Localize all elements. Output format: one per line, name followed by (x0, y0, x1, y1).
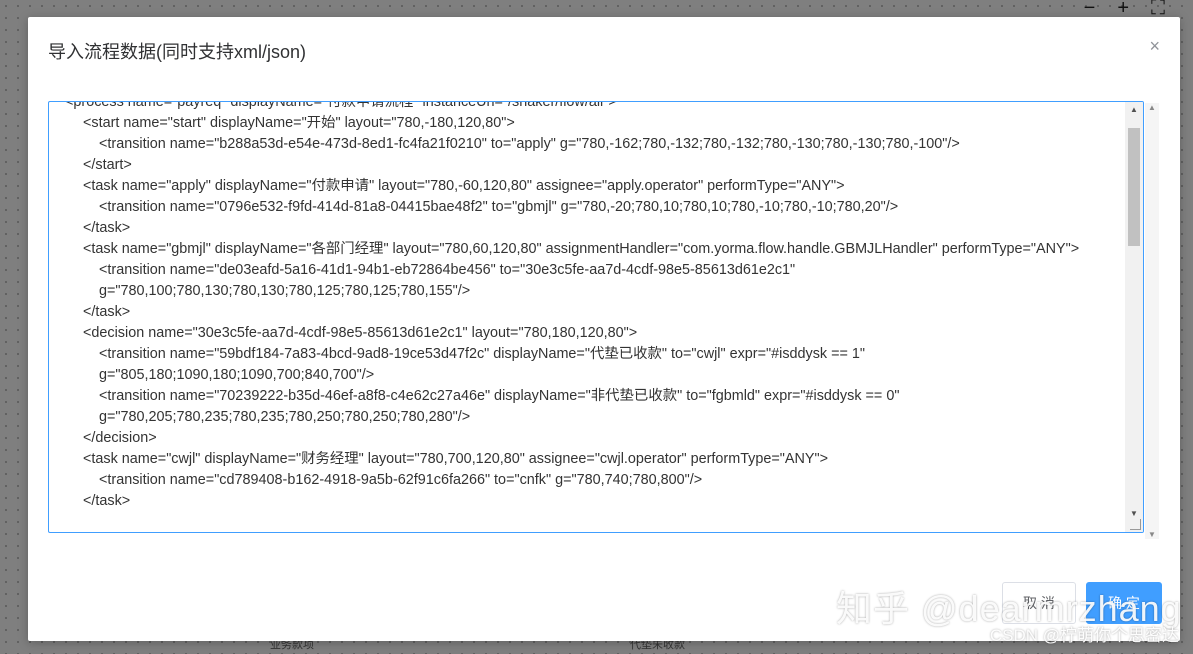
scroll-thumb[interactable] (1128, 128, 1140, 246)
code-line: </decision> (83, 430, 157, 446)
code-line: </task> (83, 304, 131, 320)
canvas-toolbar: − + ⛶ (1084, 0, 1165, 18)
import-dialog: 导入流程数据(同时支持xml/json) × <process name="pa… (28, 17, 1180, 641)
code-line: <task name="cwjl" displayName="财务经理" lay… (83, 451, 829, 467)
code-line: <process name="payreq" displayName="付款申请… (65, 101, 617, 110)
code-line: <transition name="70239222-b35d-46ef-a8f… (99, 388, 904, 425)
code-line: <transition name="b288a53d-e54e-473d-8ed… (99, 136, 960, 152)
code-line: <decision name="30e3c5fe-aa7d-4cdf-98e5-… (83, 325, 638, 341)
editor-content[interactable]: <process name="payreq" displayName="付款申请… (49, 101, 1125, 512)
csdn-watermark: CSDN @柠萌你个思密达 (989, 626, 1179, 645)
scroll-up-icon[interactable]: ▲ (1145, 103, 1159, 112)
dialog-scrollbar[interactable]: ▲ ▼ (1145, 103, 1159, 539)
code-line: <transition name="cd789408-b162-4918-9a5… (99, 472, 703, 488)
code-line: <transition name="0796e532-f9fd-414d-81a… (99, 199, 899, 215)
code-line: </start> (83, 157, 132, 173)
xml-textarea[interactable]: <process name="payreq" displayName="付款申请… (48, 101, 1144, 533)
flow-edge: 业务款项 代垫未收款 (60, 639, 873, 654)
code-line: </task> (83, 493, 131, 509)
zoom-in-icon[interactable]: + (1117, 0, 1129, 18)
code-line: <start name="start" displayName="开始" lay… (83, 115, 515, 131)
scroll-up-icon[interactable]: ▲ (1125, 102, 1143, 118)
fit-view-icon[interactable]: ⛶ (1151, 0, 1165, 18)
editor-scrollbar[interactable]: ▲ ▼ (1125, 102, 1143, 532)
scroll-down-icon[interactable]: ▼ (1145, 530, 1159, 539)
dialog-title: 导入流程数据(同时支持xml/json) (48, 42, 307, 62)
code-line: <task name="apply" displayName="付款申请" la… (83, 178, 845, 194)
code-line: <transition name="59bdf184-7a83-4bcd-9ad… (99, 346, 870, 383)
resize-handle-icon[interactable] (1130, 519, 1141, 530)
code-line: </task> (83, 220, 131, 236)
code-line: <task name="gbmjl" displayName="各部门经理" l… (83, 241, 1080, 257)
close-icon[interactable]: × (1149, 37, 1160, 55)
zoom-out-icon[interactable]: − (1084, 0, 1096, 18)
code-line: <transition name="de03eafd-5a16-41d1-94b… (99, 262, 800, 299)
